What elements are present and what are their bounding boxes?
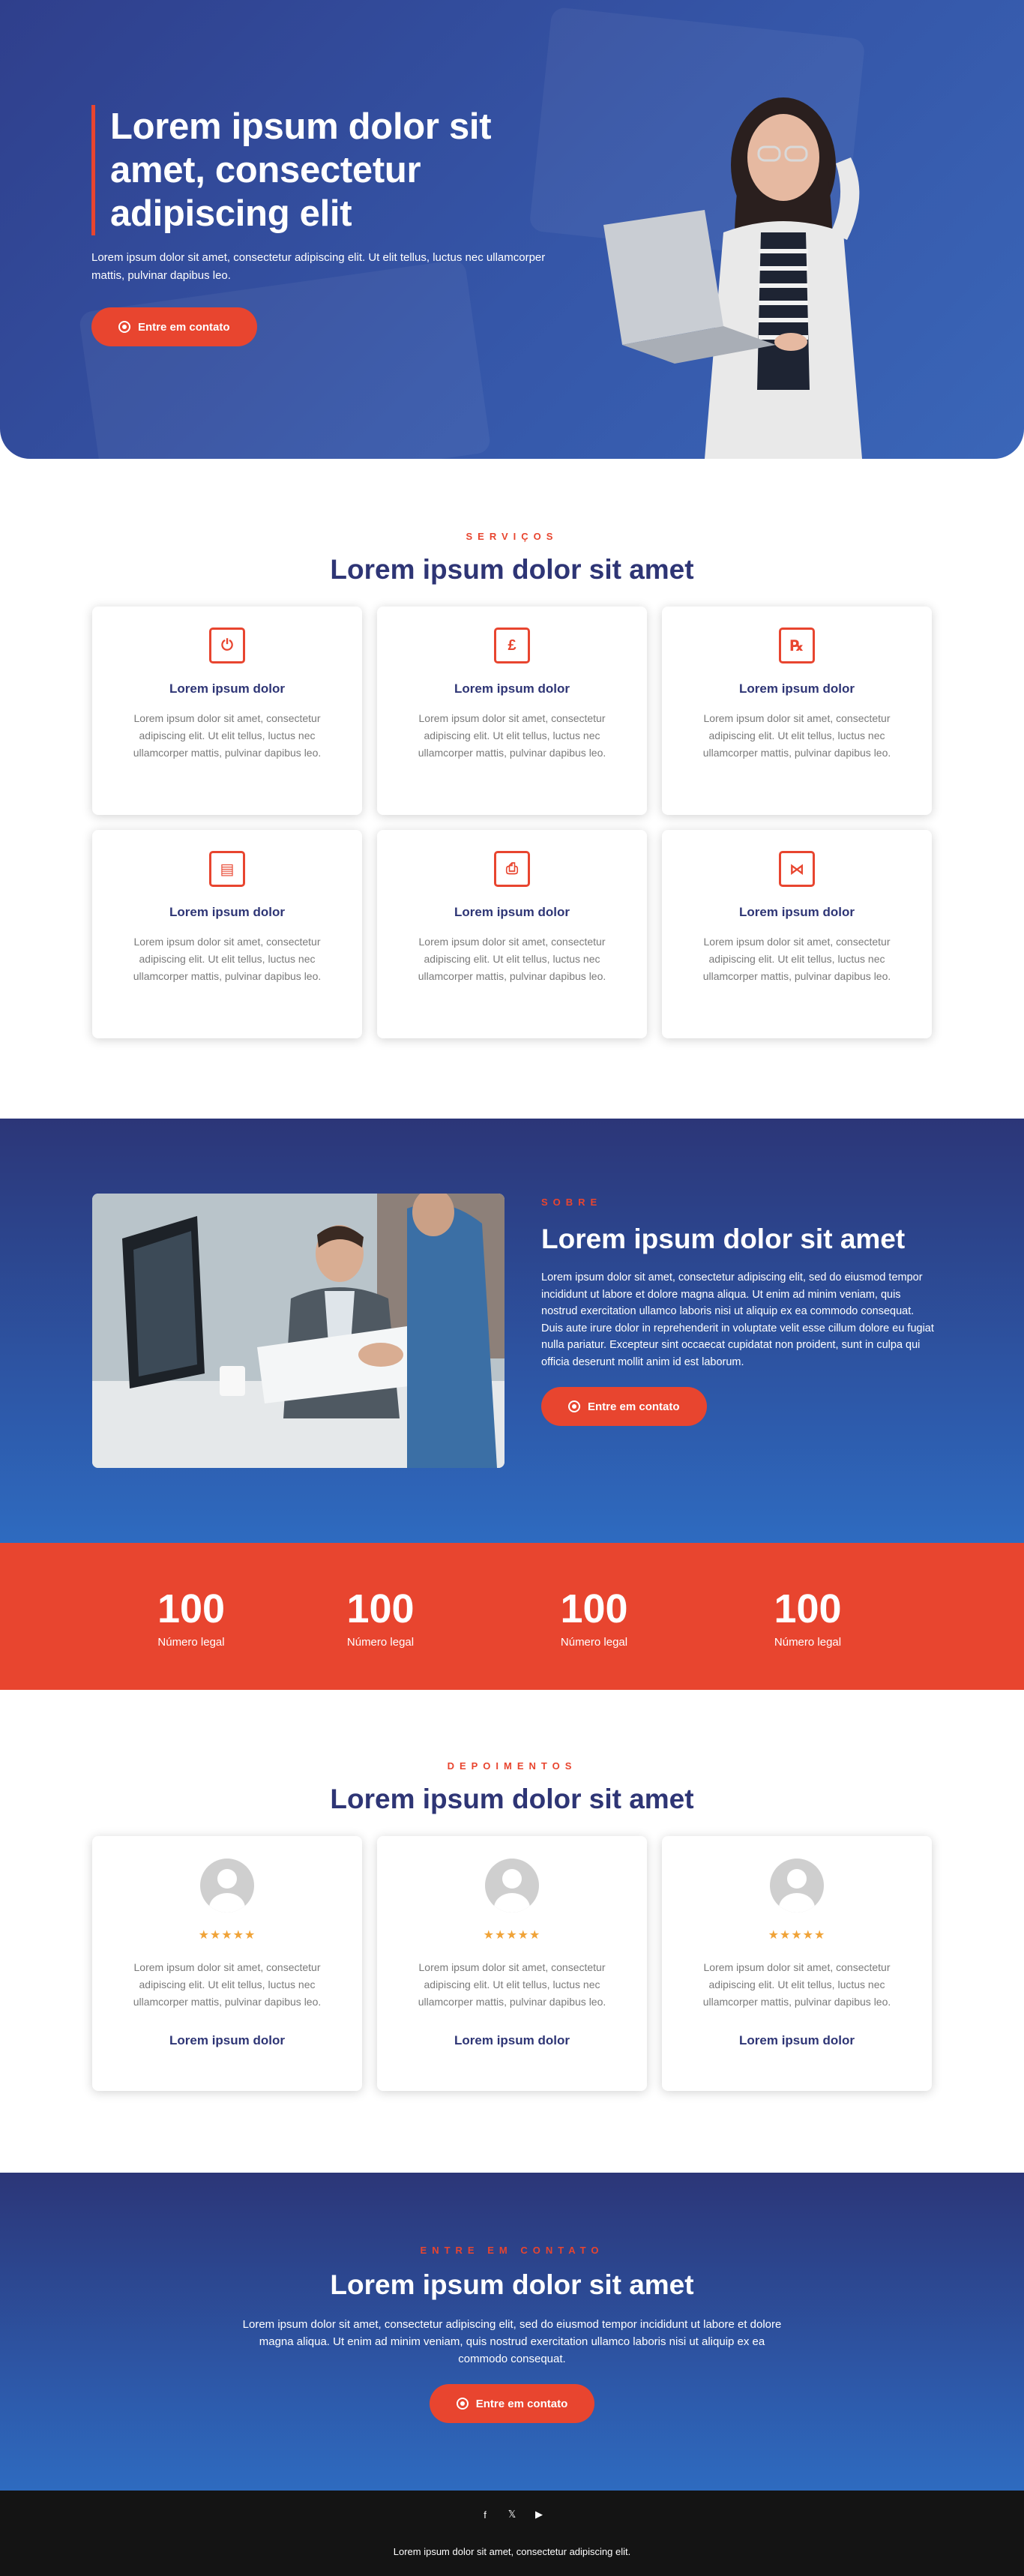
footer-text: Lorem ipsum dolor sit amet, consectetur …	[393, 2546, 631, 2557]
pound-icon: £	[494, 628, 530, 663]
contact-button[interactable]: Entre em contato	[429, 2384, 595, 2423]
office-handshake-illustration	[92, 1194, 505, 1468]
twitter-icon[interactable]: 𝕏	[506, 2509, 518, 2521]
services-eyebrow: SERVIÇOS	[466, 531, 558, 542]
stat-item: 100 Número legal	[487, 1543, 701, 1690]
stat-number: 100	[346, 1586, 415, 1631]
testimonials-title: Lorem ipsum dolor sit amet	[330, 1784, 694, 1814]
stat-number: 100	[560, 1586, 628, 1631]
youtube-icon[interactable]: ▶	[533, 2509, 545, 2521]
stat-item: 100 Número legal	[109, 1543, 274, 1690]
about-text: Lorem ipsum dolor sit amet, consectetur …	[541, 1272, 934, 1368]
service-card-title: Lorem ipsum dolor	[454, 905, 570, 919]
hero-title: Lorem ipsum dolor sit amet, consectetur …	[110, 106, 492, 234]
service-card: ▤ Lorem ipsum dolor Lorem ipsum dolor si…	[92, 830, 362, 1038]
service-card-title: Lorem ipsum dolor	[739, 681, 855, 696]
about-contact-button-label: Entre em contato	[588, 1400, 680, 1413]
hero-contact-button-label: Entre em contato	[138, 320, 230, 334]
service-card-title: Lorem ipsum dolor	[739, 905, 855, 919]
hero-content: Lorem ipsum dolor sit amet, consectetur …	[91, 105, 556, 346]
trash-icon: ▤	[209, 851, 245, 887]
hero-woman-laptop-image	[603, 97, 862, 459]
testimonials-grid: ★★★★★ Lorem ipsum dolor sit amet, consec…	[92, 1836, 932, 2091]
service-card-title: Lorem ipsum dolor	[169, 681, 285, 696]
about-content: SOBRE Lorem ipsum dolor sit amet Lorem i…	[541, 1197, 935, 1426]
footer: f 𝕏 ▶ Lorem ipsum dolor sit amet, consec…	[0, 2491, 1024, 2576]
service-card-title: Lorem ipsum dolor	[454, 681, 570, 696]
services-title: Lorem ipsum dolor sit amet	[330, 554, 694, 585]
contact-eyebrow: ENTRE EM CONTATO	[420, 2245, 604, 2256]
testimonial-text: Lorem ipsum dolor sit amet, consectetur …	[418, 1961, 606, 2008]
stat-label: Número legal	[346, 1636, 415, 1649]
testimonial-name: Lorem ipsum dolor	[739, 2033, 855, 2047]
testimonial-name: Lorem ipsum dolor	[454, 2033, 570, 2047]
contact-title: Lorem ipsum dolor sit amet	[330, 2269, 694, 2300]
stats-section: 100 Número legal 100 Número legal 100 Nú…	[0, 1543, 1024, 1690]
about-section: SOBRE Lorem ipsum dolor sit amet Lorem i…	[0, 1119, 1024, 1543]
testimonial-card: ★★★★★ Lorem ipsum dolor sit amet, consec…	[92, 1836, 362, 2091]
service-card-text: Lorem ipsum dolor sit amet, consectetur …	[702, 712, 891, 759]
service-card: £ Lorem ipsum dolor Lorem ipsum dolor si…	[377, 607, 647, 815]
hero-section: Lorem ipsum dolor sit amet, consectetur …	[0, 0, 1024, 459]
stat-label: Número legal	[157, 1636, 225, 1649]
about-title: Lorem ipsum dolor sit amet	[541, 1224, 906, 1254]
whatsapp-icon	[568, 1400, 580, 1412]
print-icon: ⎙	[494, 851, 530, 887]
hero-text: Lorem ipsum dolor sit amet, consectetur …	[91, 251, 546, 282]
contact-button-label: Entre em contato	[475, 2397, 568, 2410]
stat-label: Número legal	[560, 1636, 628, 1649]
whatsapp-icon	[118, 321, 130, 333]
prescription-icon: ℞	[779, 628, 815, 663]
star-rating: ★★★★★	[198, 1929, 256, 1942]
avatar	[485, 1859, 539, 1913]
service-card: ⏻ Lorem ipsum dolor Lorem ipsum dolor si…	[92, 607, 362, 815]
testimonial-text: Lorem ipsum dolor sit amet, consectetur …	[702, 1961, 891, 2008]
service-card-title: Lorem ipsum dolor	[169, 905, 285, 919]
hero-title-bar: Lorem ipsum dolor sit amet, consectetur …	[91, 105, 556, 235]
service-card-text: Lorem ipsum dolor sit amet, consectetur …	[133, 936, 322, 982]
power-icon: ⏻	[209, 628, 245, 663]
service-card: ⋈ Lorem ipsum dolor Lorem ipsum dolor si…	[662, 830, 932, 1038]
hero-contact-button[interactable]: Entre em contato	[91, 307, 257, 346]
testimonials-section: DEPOIMENTOS Lorem ipsum dolor sit amet ★…	[0, 1690, 1024, 2173]
star-rating: ★★★★★	[483, 1929, 541, 1942]
stat-number: 100	[774, 1586, 842, 1631]
service-card: ℞ Lorem ipsum dolor Lorem ipsum dolor si…	[662, 607, 932, 815]
service-card-text: Lorem ipsum dolor sit amet, consectetur …	[418, 712, 606, 759]
whatsapp-icon	[456, 2398, 469, 2410]
testimonials-eyebrow: DEPOIMENTOS	[447, 1760, 577, 1772]
network-icon: ⋈	[779, 851, 815, 887]
about-handshake-image	[92, 1194, 505, 1468]
about-eyebrow: SOBRE	[541, 1197, 603, 1208]
stat-label: Número legal	[774, 1636, 842, 1649]
service-card-text: Lorem ipsum dolor sit amet, consectetur …	[418, 936, 606, 982]
service-card: ⎙ Lorem ipsum dolor Lorem ipsum dolor si…	[377, 830, 647, 1038]
service-card-text: Lorem ipsum dolor sit amet, consectetur …	[702, 936, 891, 982]
avatar	[200, 1859, 254, 1913]
services-grid: ⏻ Lorem ipsum dolor Lorem ipsum dolor si…	[92, 607, 932, 1038]
testimonial-text: Lorem ipsum dolor sit amet, consectetur …	[133, 1961, 322, 2008]
about-contact-button[interactable]: Entre em contato	[541, 1387, 707, 1426]
stat-item: 100 Número legal	[274, 1543, 487, 1690]
stat-item: 100 Número legal	[701, 1543, 915, 1690]
facebook-icon[interactable]: f	[479, 2509, 491, 2521]
testimonial-card: ★★★★★ Lorem ipsum dolor sit amet, consec…	[377, 1836, 647, 2091]
testimonial-card: ★★★★★ Lorem ipsum dolor sit amet, consec…	[662, 1836, 932, 2091]
social-links: f 𝕏 ▶	[0, 2509, 1024, 2521]
contact-section: ENTRE EM CONTATO Lorem ipsum dolor sit a…	[0, 2173, 1024, 2491]
services-section: SERVIÇOS Lorem ipsum dolor sit amet ⏻ Lo…	[0, 459, 1024, 1119]
service-card-text: Lorem ipsum dolor sit amet, consectetur …	[133, 712, 322, 759]
contact-text: Lorem ipsum dolor sit amet, consectetur …	[242, 2318, 782, 2365]
avatar	[770, 1859, 824, 1913]
stat-number: 100	[157, 1586, 226, 1631]
star-rating: ★★★★★	[768, 1929, 826, 1942]
testimonial-name: Lorem ipsum dolor	[169, 2033, 285, 2047]
